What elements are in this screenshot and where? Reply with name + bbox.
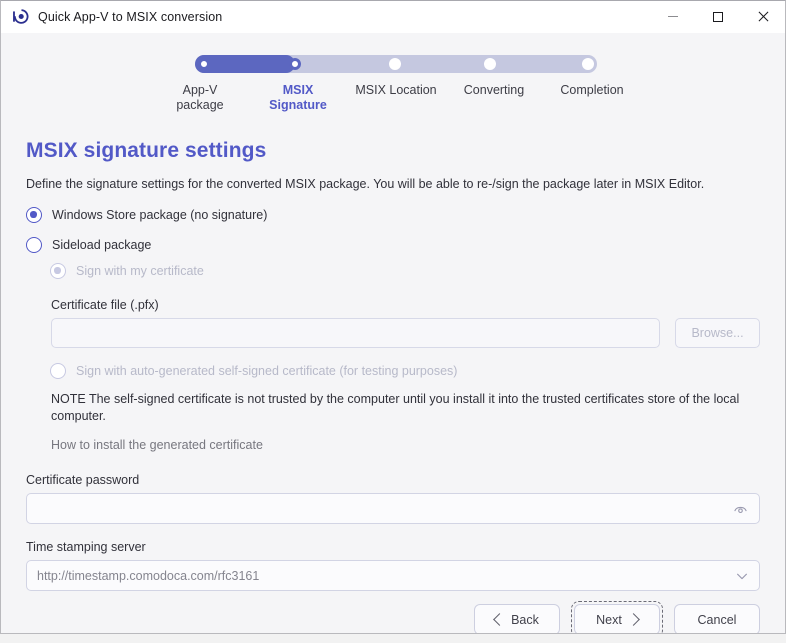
next-button-label: Next	[596, 612, 622, 627]
radio-sign-with-self-signed-certificate: Sign with auto-generated self-signed cer…	[50, 363, 760, 379]
certificate-password-input[interactable]	[26, 493, 760, 524]
certificate-file-group: Certificate file (.pfx) Browse...	[51, 298, 760, 348]
msix-hero-icon	[13, 9, 29, 24]
radio-label: Sign with my certificate	[76, 264, 204, 278]
page-title: MSIX signature settings	[26, 139, 267, 162]
radio-icon	[50, 363, 66, 379]
cancel-button-label: Cancel	[697, 612, 737, 627]
radio-windows-store-package[interactable]: Windows Store package (no signature)	[26, 207, 760, 223]
close-icon	[757, 11, 769, 23]
step-line1: App-V	[182, 83, 218, 97]
eye-icon[interactable]	[732, 500, 749, 517]
radio-sign-with-my-certificate: Sign with my certificate	[50, 263, 760, 279]
maximize-button[interactable]	[695, 1, 740, 32]
step-line2: Signature	[269, 98, 327, 112]
timestamp-server-label: Time stamping server	[26, 540, 146, 554]
stepper-rail	[195, 55, 597, 73]
self-signed-note: NOTE The self-signed certificate is not …	[51, 392, 740, 423]
timestamp-server-value: http://timestamp.comodoca.com/rfc3161	[37, 568, 260, 583]
step-line1: MSIX	[282, 83, 314, 97]
self-signed-note-group: NOTE The self-signed certificate is not …	[51, 391, 760, 454]
back-button-label: Back	[511, 612, 539, 627]
timestamp-server-dropdown[interactable]: http://timestamp.comodoca.com/rfc3161	[26, 560, 760, 591]
stepper-label-converting[interactable]: Converting	[445, 83, 543, 113]
stepper-dot-msix-signature[interactable]	[289, 58, 301, 70]
stepper-dot-msix-location[interactable]	[389, 58, 401, 70]
window-title: Quick App-V to MSIX conversion	[38, 9, 223, 24]
certificate-file-input[interactable]	[51, 318, 660, 348]
back-button[interactable]: Back	[474, 604, 560, 633]
next-button[interactable]: Next	[571, 601, 663, 633]
stepper-label-msix-signature[interactable]: MSIX Signature	[249, 83, 347, 113]
step-line1: Converting	[463, 83, 525, 97]
certificate-file-label: Certificate file (.pfx)	[51, 298, 159, 312]
window-controls	[650, 1, 785, 32]
page-subtitle: Define the signature settings for the co…	[26, 177, 705, 191]
browse-button[interactable]: Browse...	[675, 318, 760, 348]
footer-buttons: Back Next Cancel	[474, 601, 760, 633]
certificate-password-group: Certificate password	[26, 473, 760, 524]
title-bar: Quick App-V to MSIX conversion	[1, 1, 785, 33]
radio-icon	[50, 263, 66, 279]
content-area: MSIX signature settings Define the signa…	[1, 139, 785, 591]
step-line2: package	[176, 98, 224, 112]
stepper-labels: App-V package MSIX Signature MSIX Locati…	[151, 83, 641, 113]
stepper-dot-completion[interactable]	[582, 58, 594, 70]
chevron-left-icon	[493, 613, 506, 626]
radio-icon	[26, 237, 42, 253]
radio-label: Sideload package	[52, 238, 152, 252]
stepper-dot-app-v-package[interactable]	[198, 58, 210, 70]
stepper-label-msix-location[interactable]: MSIX Location	[347, 83, 445, 113]
app-window: Quick App-V to MSIX conversion App-V pac…	[0, 0, 786, 634]
desktop-background	[0, 634, 786, 643]
radio-label: Sign with auto-generated self-signed cer…	[76, 364, 458, 378]
radio-icon	[26, 207, 42, 223]
maximize-icon	[712, 11, 723, 22]
cancel-button[interactable]: Cancel	[674, 604, 760, 633]
minimize-icon	[667, 16, 678, 17]
stepper-progress-fill	[195, 55, 295, 73]
stepper-label-app-v-package[interactable]: App-V package	[151, 83, 249, 113]
radio-sideload-package[interactable]: Sideload package	[26, 237, 760, 253]
radio-label: Windows Store package (no signature)	[52, 208, 268, 222]
stepper-dot-converting[interactable]	[484, 58, 496, 70]
how-to-install-link[interactable]: How to install the generated certificate	[51, 438, 263, 452]
certificate-password-label: Certificate password	[26, 473, 140, 487]
chevron-down-icon	[737, 573, 747, 579]
step-line1: Completion	[560, 83, 624, 97]
wizard-stepper: App-V package MSIX Signature MSIX Locati…	[1, 55, 785, 127]
page-body: App-V package MSIX Signature MSIX Locati…	[1, 55, 785, 633]
chevron-right-icon	[626, 613, 640, 626]
stepper-label-completion[interactable]: Completion	[543, 83, 641, 113]
timestamp-server-group: Time stamping server http://timestamp.co…	[26, 540, 760, 591]
step-line1: MSIX Location	[355, 83, 437, 97]
minimize-button[interactable]	[650, 1, 695, 32]
close-button[interactable]	[740, 1, 785, 32]
